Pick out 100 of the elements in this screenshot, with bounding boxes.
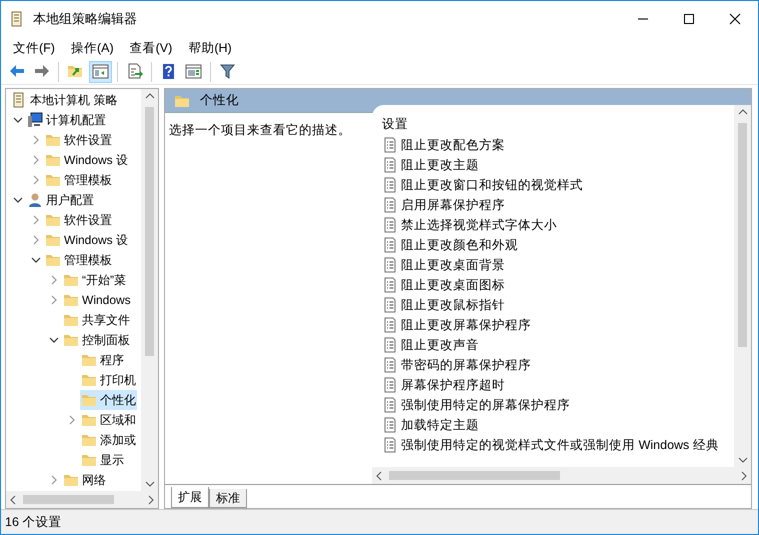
expand-chevron-icon[interactable] xyxy=(49,295,59,305)
folder-icon xyxy=(63,312,79,328)
folder-icon xyxy=(81,412,97,428)
setting-icon xyxy=(382,297,398,313)
export-list-icon xyxy=(126,63,143,80)
menu-item[interactable]: 文件(F) xyxy=(5,38,63,58)
setting-item[interactable]: 强制使用特定的视觉样式文件或强制使用 Windows 经典 xyxy=(382,436,719,454)
maximize-icon xyxy=(683,13,695,25)
setting-icon xyxy=(382,377,398,393)
setting-item[interactable]: 阻止更改窗口和按钮的视觉样式 xyxy=(382,176,584,194)
collapse-chevron-icon[interactable] xyxy=(13,115,23,125)
tree-item[interactable]: 软件设置 xyxy=(44,210,113,230)
expand-chevron-icon[interactable] xyxy=(49,275,59,285)
setting-item[interactable]: 加载特定主题 xyxy=(382,416,480,434)
horizontal-scrollbar[interactable] xyxy=(6,491,158,508)
setting-icon xyxy=(382,217,398,233)
folder-icon xyxy=(81,372,97,388)
tab[interactable]: 扩展 xyxy=(171,487,209,508)
setting-item[interactable]: 阻止更改颜色和外观 xyxy=(382,236,518,254)
properties-icon xyxy=(185,63,202,80)
expand-chevron-icon[interactable] xyxy=(31,135,41,145)
tree-item[interactable]: 共享文件 xyxy=(62,310,131,330)
setting-item[interactable]: 阻止更改配色方案 xyxy=(382,136,506,154)
tree-item[interactable]: Windows xyxy=(62,290,132,310)
tree-item[interactable]: 打印机 xyxy=(80,370,137,390)
setting-item[interactable]: 阻止更改桌面背景 xyxy=(382,256,506,274)
folder-icon xyxy=(81,392,97,408)
setting-icon xyxy=(382,357,398,373)
setting-item[interactable]: 禁止选择视觉样式字体大小 xyxy=(382,216,558,234)
help-icon xyxy=(160,63,177,80)
setting-item[interactable]: 阻止更改鼠标指针 xyxy=(382,296,506,314)
folder-icon xyxy=(63,332,79,348)
tree-pane-icon xyxy=(92,63,109,80)
setting-icon xyxy=(382,157,398,173)
setting-item[interactable]: 阻止更改屏幕保护程序 xyxy=(382,316,532,334)
tab[interactable]: 标准 xyxy=(209,489,247,508)
tree-item[interactable]: 用户配置 xyxy=(26,190,95,210)
setting-icon xyxy=(382,437,398,453)
tree-item[interactable]: 软件设置 xyxy=(44,130,113,150)
expand-chevron-icon[interactable] xyxy=(31,175,41,185)
setting-icon xyxy=(382,197,398,213)
toolbar-button[interactable] xyxy=(89,60,112,82)
expand-chevron-icon[interactable] xyxy=(49,475,59,485)
setting-item[interactable]: 带密码的屏幕保护程序 xyxy=(382,356,532,374)
computer-icon xyxy=(27,112,43,128)
expand-chevron-icon[interactable] xyxy=(67,415,77,425)
collapse-chevron-icon[interactable] xyxy=(13,195,23,205)
setting-icon xyxy=(382,137,398,153)
tree-item[interactable]: 个性化 xyxy=(80,390,137,410)
folder-icon xyxy=(45,132,61,148)
setting-item[interactable]: 阻止更改主题 xyxy=(382,156,480,174)
setting-icon xyxy=(382,257,398,273)
tree-item[interactable]: 程序 xyxy=(80,350,125,370)
tree-item[interactable]: 网络 xyxy=(62,470,107,490)
status-text: 16 个设置 xyxy=(5,514,62,531)
collapse-chevron-icon[interactable] xyxy=(31,255,41,265)
setting-icon xyxy=(382,417,398,433)
tree-item[interactable]: 本地计算机 策略 xyxy=(10,90,118,110)
tree-item[interactable]: 管理模板 xyxy=(44,170,113,190)
vertical-scrollbar[interactable] xyxy=(141,89,158,491)
folder-icon xyxy=(63,272,79,288)
collapse-chevron-icon[interactable] xyxy=(49,335,59,345)
folder-icon xyxy=(45,172,61,188)
setting-icon xyxy=(382,177,398,193)
horizontal-scrollbar[interactable] xyxy=(372,467,751,484)
setting-icon xyxy=(382,397,398,413)
user-icon xyxy=(27,192,43,208)
expand-chevron-icon[interactable] xyxy=(31,155,41,165)
setting-icon xyxy=(382,237,398,253)
tree-item[interactable]: Windows 设 xyxy=(44,230,130,250)
menu-item[interactable]: 查看(V) xyxy=(122,38,180,58)
tree-item[interactable]: “开始”菜 xyxy=(62,270,127,290)
folder-icon xyxy=(81,352,97,368)
close-icon xyxy=(729,13,741,25)
folder-icon xyxy=(81,432,97,448)
tree-item[interactable]: 管理模板 xyxy=(44,250,113,270)
expand-chevron-icon[interactable] xyxy=(31,215,41,225)
tree-item[interactable]: 计算机配置 xyxy=(26,110,107,130)
setting-icon xyxy=(382,337,398,353)
tree-item[interactable]: 显示 xyxy=(80,450,125,470)
setting-icon xyxy=(382,317,398,333)
tree-item[interactable]: 添加或 xyxy=(80,430,137,450)
window-title: 本地组策略编辑器 xyxy=(33,10,137,28)
setting-item[interactable]: 强制使用特定的屏幕保护程序 xyxy=(382,396,570,414)
tree-item[interactable]: 区域和 xyxy=(80,410,137,430)
folder-icon xyxy=(45,212,61,228)
setting-item[interactable]: 阻止更改桌面图标 xyxy=(382,276,506,294)
folder-icon xyxy=(45,232,61,248)
setting-icon xyxy=(382,277,398,293)
menu-item[interactable]: 帮助(H) xyxy=(180,38,240,58)
vertical-scrollbar[interactable] xyxy=(734,105,751,467)
forward-icon xyxy=(33,63,50,80)
tree-item[interactable]: 控制面板 xyxy=(62,330,131,350)
setting-item[interactable]: 启用屏幕保护程序 xyxy=(382,196,506,214)
menu-item[interactable]: 操作(A) xyxy=(62,38,122,58)
column-header: 设置 xyxy=(382,116,408,133)
setting-item[interactable]: 屏幕保护程序超时 xyxy=(382,376,506,394)
expand-chevron-icon[interactable] xyxy=(31,235,41,245)
setting-item[interactable]: 阻止更改声音 xyxy=(382,336,480,354)
tree-item[interactable]: Windows 设 xyxy=(44,150,130,170)
